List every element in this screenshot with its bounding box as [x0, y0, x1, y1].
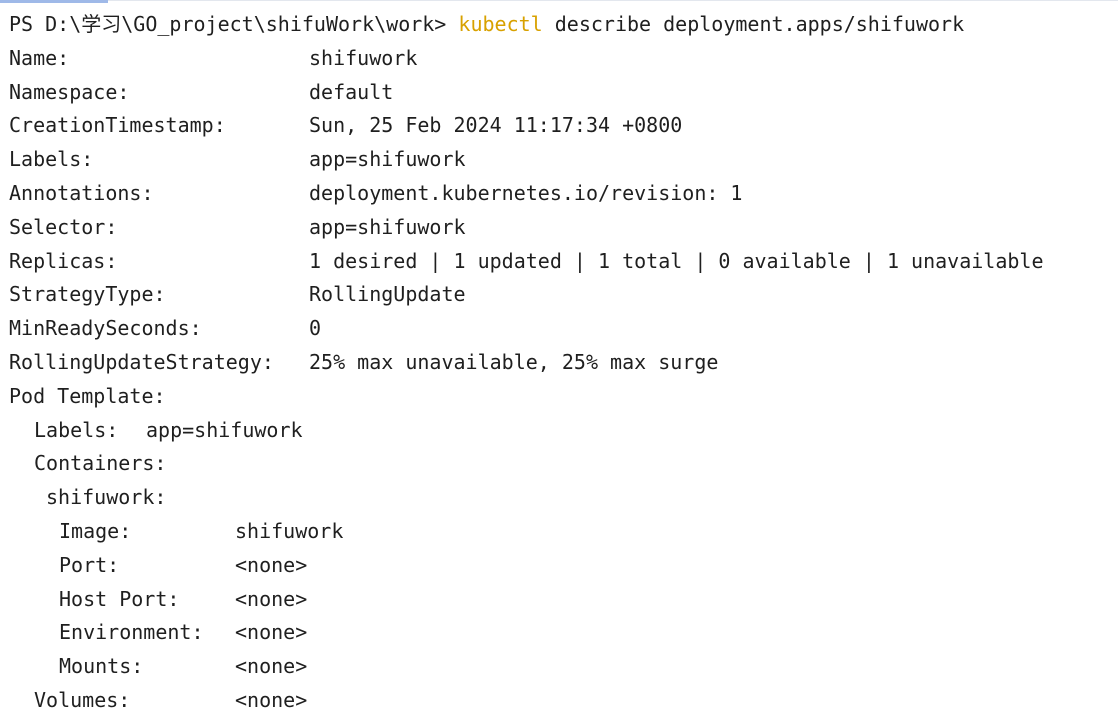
output-line-replicas: Replicas: 1 desired | 1 updated | 1 tota… [9, 245, 1109, 279]
command-keyword: kubectl [458, 12, 543, 36]
command-arguments: describe deployment.apps/shifuwork [542, 12, 965, 36]
field-key: Labels: [34, 417, 119, 442]
output-line-creation-timestamp: CreationTimestamp: Sun, 25 Feb 2024 11:1… [9, 109, 1109, 143]
field-value: RollingUpdate [309, 282, 466, 307]
field-key: Name: [9, 45, 70, 70]
terminal-output[interactable]: PS D:\学习\GO_project\shifuWork\work> kube… [9, 8, 1109, 718]
field-key: Host Port: [59, 586, 180, 611]
output-line-pod-template: Pod Template: [9, 380, 1109, 414]
field-key: MinReadySeconds: [9, 316, 202, 341]
field-value: 0 [309, 316, 322, 341]
field-key: Volumes: [34, 687, 131, 712]
output-line-strategy-type: StrategyType: RollingUpdate [9, 278, 1109, 312]
output-line-pod-labels: Labels: app=shifuwork [9, 414, 1109, 448]
output-line-container-mounts: Mounts: <none> [9, 650, 1109, 684]
field-key: Replicas: [9, 248, 118, 273]
output-line-volumes: Volumes: <none> [9, 684, 1109, 718]
output-line-container-host-port: Host Port: <none> [9, 583, 1109, 617]
container-name: shifuwork: [46, 485, 167, 510]
field-value: <none> [235, 586, 308, 611]
field-value: <none> [235, 552, 308, 577]
section-heading: Containers: [34, 451, 167, 476]
window-top-rule [108, 0, 1118, 1]
field-value: default [309, 79, 394, 104]
field-value: shifuwork [235, 518, 344, 543]
output-line-selector: Selector: app=shifuwork [9, 211, 1109, 245]
field-value: Sun, 25 Feb 2024 11:17:34 +0800 [309, 113, 683, 138]
output-line-container-port: Port: <none> [9, 549, 1109, 583]
field-key: Environment: [59, 620, 204, 645]
field-value: <none> [235, 654, 308, 679]
output-line-annotations: Annotations: deployment.kubernetes.io/re… [9, 177, 1109, 211]
field-key: Mounts: [59, 654, 144, 679]
field-key: Selector: [9, 214, 118, 239]
output-line-labels: Labels: app=shifuwork [9, 143, 1109, 177]
field-value: 25% max unavailable, 25% max surge [309, 349, 719, 374]
command-prompt-line: PS D:\学习\GO_project\shifuWork\work> kube… [9, 8, 1109, 42]
field-key: StrategyType: [9, 282, 166, 307]
field-value: 1 desired | 1 updated | 1 total | 0 avai… [309, 248, 1044, 273]
output-line-container-image: Image: shifuwork [9, 515, 1109, 549]
output-line-namespace: Namespace: default [9, 76, 1109, 110]
field-key: Port: [59, 552, 120, 577]
field-key: Annotations: [9, 180, 154, 205]
field-value: deployment.kubernetes.io/revision: 1 [309, 180, 743, 205]
field-value: shifuwork [309, 45, 418, 70]
field-value: app=shifuwork [309, 214, 466, 239]
output-line-containers: Containers: [9, 447, 1109, 481]
field-value: <none> [235, 687, 308, 712]
output-line-name: Name: shifuwork [9, 42, 1109, 76]
section-heading: Pod Template: [9, 383, 166, 408]
field-value: <none> [235, 620, 308, 645]
output-line-min-ready-seconds: MinReadySeconds: 0 [9, 312, 1109, 346]
field-key: Namespace: [9, 79, 130, 104]
window-top-accent [0, 0, 108, 3]
output-line-container-environment: Environment: <none> [9, 616, 1109, 650]
prompt-prefix: PS D:\学习\GO_project\shifuWork\work> [9, 12, 459, 36]
field-value: app=shifuwork [309, 147, 466, 172]
output-line-rolling-update-strategy: RollingUpdateStrategy: 25% max unavailab… [9, 346, 1109, 380]
field-value: app=shifuwork [146, 417, 303, 442]
field-key: Labels: [9, 147, 94, 172]
field-key: CreationTimestamp: [9, 113, 226, 138]
field-key: RollingUpdateStrategy: [9, 349, 274, 374]
field-key: Image: [59, 518, 132, 543]
output-line-container-name: shifuwork: [9, 481, 1109, 515]
